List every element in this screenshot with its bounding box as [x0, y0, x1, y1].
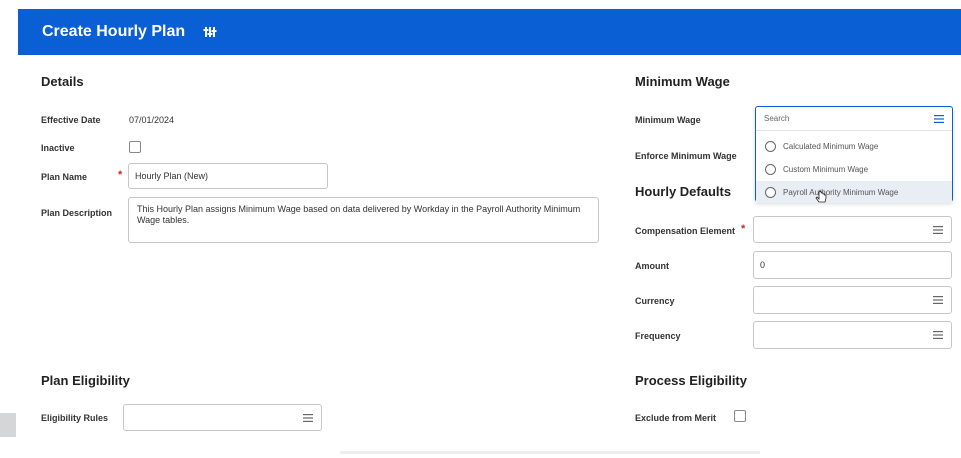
- minimum-wage-label: Minimum Wage: [635, 115, 701, 125]
- option-label: Payroll Authority Minimum Wage: [783, 187, 899, 197]
- option-custom-minimum-wage[interactable]: Custom Minimum Wage: [756, 158, 952, 180]
- bottom-divider: [340, 451, 760, 454]
- minimum-wage-dropdown[interactable]: Search Calculated Minimum Wage Custom Mi…: [755, 106, 953, 203]
- process-eligibility-section-title: Process Eligibility: [635, 373, 747, 388]
- search-placeholder: Search: [764, 114, 790, 123]
- plan-name-label: Plan Name: [41, 172, 88, 182]
- hand-cursor-icon: [815, 191, 827, 203]
- currency-field[interactable]: [753, 286, 952, 314]
- page-title: Create Hourly Plan: [42, 23, 186, 40]
- frequency-label: Frequency: [635, 331, 681, 341]
- plan-description-field[interactable]: This Hourly Plan assigns Minimum Wage ba…: [128, 197, 599, 243]
- related-actions-icon[interactable]: [203, 25, 217, 39]
- plan-eligibility-section-title: Plan Eligibility: [41, 373, 130, 388]
- amount-label: Amount: [635, 261, 669, 271]
- currency-label: Currency: [635, 296, 675, 306]
- option-label: Custom Minimum Wage: [783, 164, 869, 174]
- plan-name-value: Hourly Plan (New): [135, 171, 209, 181]
- amount-value: 0: [760, 260, 766, 270]
- prompt-list-icon[interactable]: [933, 331, 943, 339]
- plan-description-value: This Hourly Plan assigns Minimum Wage ba…: [137, 204, 581, 225]
- eligibility-rules-field[interactable]: [123, 404, 322, 431]
- minimum-wage-section-title: Minimum Wage: [635, 74, 730, 89]
- option-label: Calculated Minimum Wage: [783, 141, 879, 151]
- effective-date-value: 07/01/2024: [129, 115, 175, 125]
- enforce-minimum-wage-label: Enforce Minimum Wage: [635, 151, 737, 161]
- details-section-title: Details: [41, 74, 84, 89]
- required-marker: *: [118, 169, 123, 181]
- exclude-from-merit-label: Exclude from Merit: [635, 413, 717, 423]
- option-payroll-authority-minimum-wage[interactable]: Payroll Authority Minimum Wage: [756, 181, 952, 203]
- frequency-field[interactable]: [753, 321, 952, 349]
- prompt-list-icon[interactable]: [934, 114, 944, 123]
- inactive-checkbox[interactable]: [129, 141, 141, 153]
- prompt-list-icon[interactable]: [933, 225, 943, 234]
- eligibility-rules-label: Eligibility Rules: [41, 413, 109, 423]
- prompt-list-icon[interactable]: [933, 296, 943, 304]
- compensation-element-label: Compensation Element: [635, 226, 736, 236]
- amount-field[interactable]: 0: [753, 251, 952, 279]
- plan-description-label: Plan Description: [41, 208, 113, 218]
- radio-icon[interactable]: [765, 186, 776, 198]
- hourly-defaults-section-title: Hourly Defaults: [635, 184, 732, 199]
- radio-icon[interactable]: [765, 163, 776, 175]
- prompt-list-icon[interactable]: [303, 413, 313, 422]
- compensation-element-field[interactable]: [753, 216, 952, 243]
- exclude-from-merit-checkbox[interactable]: [734, 410, 746, 422]
- option-calculated-minimum-wage[interactable]: Calculated Minimum Wage: [756, 135, 952, 157]
- side-panel-tab[interactable]: [0, 413, 16, 437]
- inactive-label: Inactive: [41, 143, 75, 153]
- required-marker: *: [741, 223, 746, 235]
- effective-date-label: Effective Date: [41, 115, 101, 125]
- plan-name-field[interactable]: Hourly Plan (New): [128, 163, 328, 189]
- page-header: Create Hourly Plan: [18, 9, 961, 55]
- radio-icon[interactable]: [765, 140, 776, 152]
- minimum-wage-search-input[interactable]: Search: [756, 107, 952, 131]
